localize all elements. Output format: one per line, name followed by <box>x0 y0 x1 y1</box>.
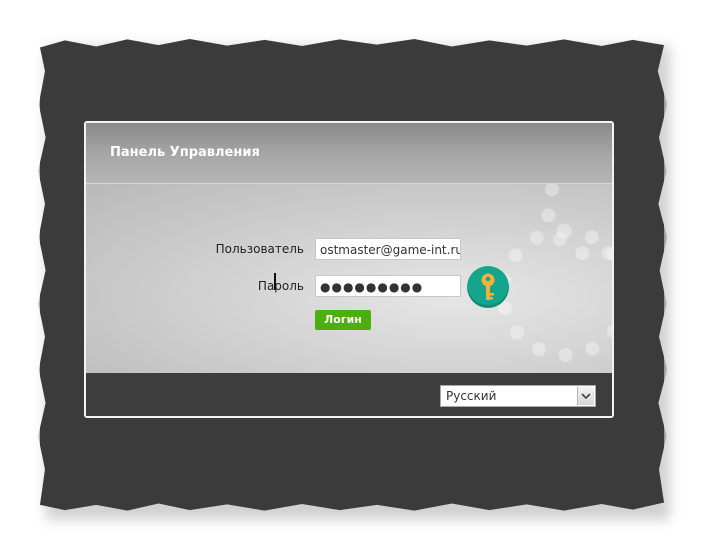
login-button[interactable]: Логин <box>315 310 371 330</box>
select-arrow[interactable] <box>577 387 594 405</box>
panel-header: Панель Управления <box>86 123 612 184</box>
username-label: Пользователь <box>215 242 304 256</box>
text-cursor <box>274 273 276 290</box>
password-label: Пароль <box>257 279 304 293</box>
panel-footer: Русский <box>86 373 612 416</box>
login-panel: Панель Управления Пользователь ostmaster… <box>84 121 614 418</box>
key-icon <box>481 273 495 300</box>
password-field[interactable]: ●●●●●●●●● <box>315 275 461 297</box>
chevron-down-icon <box>581 393 591 400</box>
panel-title: Панель Управления <box>110 145 260 160</box>
key-badge[interactable] <box>467 266 509 308</box>
login-form: Пользователь ostmaster@game-int.ru Парол… <box>86 184 612 373</box>
language-select[interactable]: Русский <box>440 385 596 407</box>
language-select-value: Русский <box>446 389 497 403</box>
username-field[interactable]: ostmaster@game-int.ru <box>315 238 461 260</box>
